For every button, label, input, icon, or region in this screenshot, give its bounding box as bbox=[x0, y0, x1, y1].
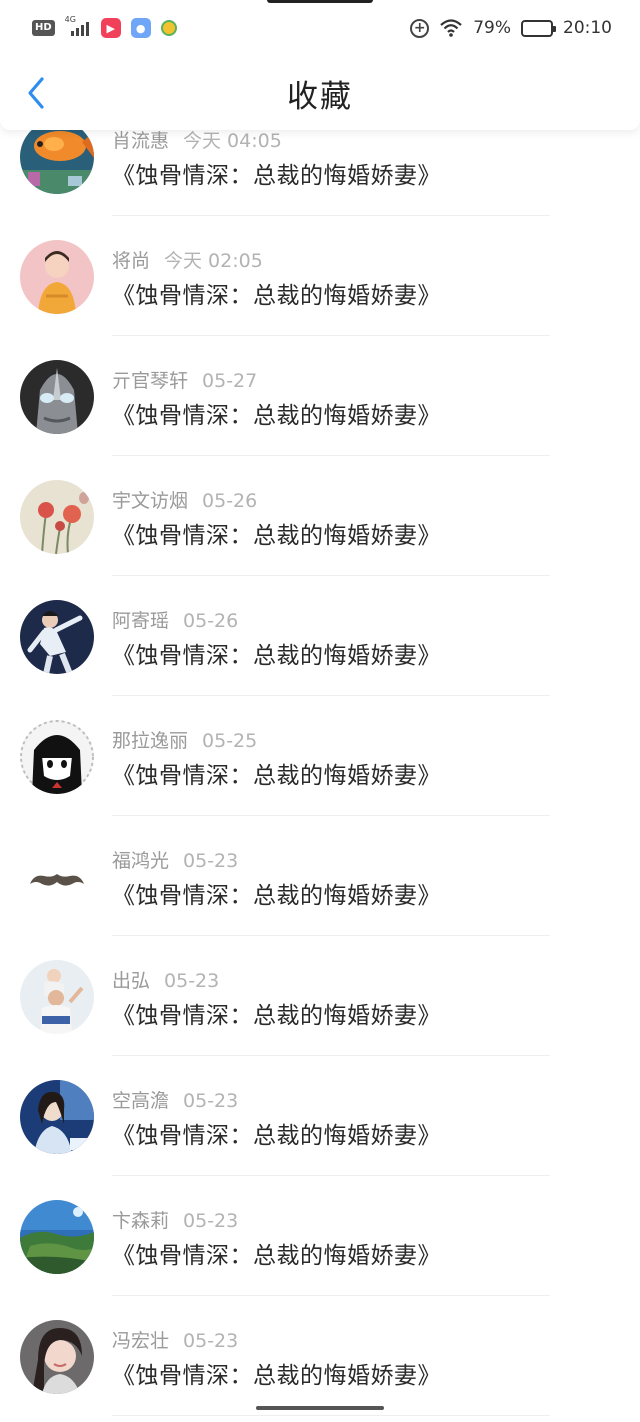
user-name: 冯宏壮 bbox=[112, 1330, 170, 1352]
avatar-image bbox=[20, 1080, 94, 1154]
chat-app-icon bbox=[160, 20, 177, 36]
back-button[interactable] bbox=[16, 70, 56, 116]
user-name: 空高澹 bbox=[112, 1090, 170, 1112]
item-meta: 那拉逸丽 05-25 bbox=[112, 726, 257, 753]
user-name: 出弘 bbox=[112, 970, 151, 992]
battery-percent: 79% bbox=[473, 18, 511, 38]
user-name: 福鸿光 bbox=[112, 850, 170, 872]
status-bar: HD 4G ▶ ● + 79% 20:10 bbox=[0, 0, 640, 56]
item-meta: 空高澹 05-23 bbox=[112, 1086, 238, 1113]
avatar-image bbox=[20, 240, 94, 314]
item-meta: 将尚 今天 02:05 bbox=[112, 246, 263, 273]
favorite-item[interactable]: 宇文访烟 05-26 《蚀骨情深：总裁的悔婚娇妻》 bbox=[0, 456, 640, 576]
favorite-date: 今天 04:05 bbox=[183, 130, 282, 152]
favorite-date: 05-23 bbox=[183, 1090, 239, 1112]
user-name: 阿寄瑶 bbox=[112, 610, 170, 632]
avatar[interactable] bbox=[20, 960, 94, 1034]
favorite-date: 05-26 bbox=[183, 610, 239, 632]
network-type: 4G bbox=[64, 15, 76, 24]
favorite-date: 05-26 bbox=[202, 490, 258, 512]
avatar[interactable] bbox=[20, 360, 94, 434]
video-app-icon: ▶ bbox=[100, 18, 121, 38]
avatar[interactable] bbox=[20, 480, 94, 554]
book-title[interactable]: 《蚀骨情深：总裁的悔婚娇妻》 bbox=[112, 1236, 441, 1270]
favorite-date: 今天 02:05 bbox=[164, 250, 263, 272]
item-meta: 亓官琴轩 05-27 bbox=[112, 366, 257, 393]
book-title[interactable]: 《蚀骨情深：总裁的悔婚娇妻》 bbox=[112, 876, 441, 910]
cellular-signal-icon: 4G bbox=[64, 15, 91, 38]
item-meta: 卞森莉 05-23 bbox=[112, 1206, 238, 1233]
avatar-image bbox=[20, 840, 94, 914]
avatar[interactable] bbox=[20, 120, 94, 194]
home-indicator[interactable] bbox=[256, 1406, 384, 1410]
user-name: 那拉逸丽 bbox=[112, 730, 189, 752]
favorite-item[interactable]: 将尚 今天 02:05 《蚀骨情深：总裁的悔婚娇妻》 bbox=[0, 216, 640, 336]
navigation-bar: 收藏 bbox=[0, 56, 640, 130]
item-meta: 肖流惠 今天 04:05 bbox=[112, 126, 282, 153]
chevron-left-icon bbox=[28, 77, 44, 109]
avatar-image bbox=[20, 720, 94, 794]
notch bbox=[267, 0, 373, 3]
status-right: + 79% 20:10 bbox=[410, 18, 612, 38]
favorite-item[interactable]: 出弘 05-23 《蚀骨情深：总裁的悔婚娇妻》 bbox=[0, 936, 640, 1056]
book-title[interactable]: 《蚀骨情深：总裁的悔婚娇妻》 bbox=[112, 516, 441, 550]
book-title[interactable]: 《蚀骨情深：总裁的悔婚娇妻》 bbox=[112, 996, 441, 1030]
wifi-icon bbox=[440, 19, 462, 37]
user-name: 将尚 bbox=[112, 250, 151, 272]
favorite-item[interactable]: 福鸿光 05-23 《蚀骨情深：总裁的悔婚娇妻》 bbox=[0, 816, 640, 936]
item-meta: 出弘 05-23 bbox=[112, 966, 219, 993]
favorite-date: 05-27 bbox=[202, 370, 258, 392]
book-title[interactable]: 《蚀骨情深：总裁的悔婚娇妻》 bbox=[112, 636, 441, 670]
book-title[interactable]: 《蚀骨情深：总裁的悔婚娇妻》 bbox=[112, 756, 441, 790]
user-name: 亓官琴轩 bbox=[112, 370, 189, 392]
favorite-item[interactable]: 阿寄瑶 05-26 《蚀骨情深：总裁的悔婚娇妻》 bbox=[0, 576, 640, 696]
avatar[interactable] bbox=[20, 840, 94, 914]
item-meta: 冯宏壮 05-23 bbox=[112, 1326, 238, 1353]
phone-screen: HD 4G ▶ ● + 79% 20:10 收藏 肖流惠 今天 04:05 《蚀… bbox=[0, 0, 640, 1422]
page-title: 收藏 bbox=[287, 78, 353, 115]
clock: 20:10 bbox=[563, 18, 612, 38]
avatar[interactable] bbox=[20, 600, 94, 674]
avatar-image bbox=[20, 120, 94, 194]
avatar-image bbox=[20, 600, 94, 674]
user-name: 宇文访烟 bbox=[112, 490, 189, 512]
data-saver-icon: + bbox=[410, 18, 430, 38]
status-left: HD 4G ▶ ● bbox=[32, 15, 177, 38]
favorite-date: 05-23 bbox=[183, 1330, 239, 1352]
user-name: 卞森莉 bbox=[112, 1210, 170, 1232]
avatar[interactable] bbox=[20, 1080, 94, 1154]
book-title[interactable]: 《蚀骨情深：总裁的悔婚娇妻》 bbox=[112, 276, 441, 310]
battery-icon bbox=[521, 19, 556, 37]
avatar-image bbox=[20, 960, 94, 1034]
hd-badge: HD bbox=[32, 20, 55, 36]
book-title[interactable]: 《蚀骨情深：总裁的悔婚娇妻》 bbox=[112, 1116, 441, 1150]
user-name: 肖流惠 bbox=[112, 130, 170, 152]
avatar[interactable] bbox=[20, 1200, 94, 1274]
avatar-image bbox=[20, 1320, 94, 1394]
avatar-image bbox=[20, 360, 94, 434]
favorite-date: 05-23 bbox=[183, 850, 239, 872]
item-meta: 福鸿光 05-23 bbox=[112, 846, 238, 873]
book-title[interactable]: 《蚀骨情深：总裁的悔婚娇妻》 bbox=[112, 1356, 441, 1390]
avatar-image bbox=[20, 480, 94, 554]
favorites-list: 肖流惠 今天 04:05 《蚀骨情深：总裁的悔婚娇妻》 将尚 今天 02:05 《蚀骨情深… bbox=[0, 96, 640, 1416]
favorite-item[interactable]: 冯宏壮 05-23 《蚀骨情深：总裁的悔婚娇妻》 bbox=[0, 1296, 640, 1416]
book-title[interactable]: 《蚀骨情深：总裁的悔婚娇妻》 bbox=[112, 396, 441, 430]
favorite-date: 05-25 bbox=[202, 730, 258, 752]
favorite-item[interactable]: 空高澹 05-23 《蚀骨情深：总裁的悔婚娇妻》 bbox=[0, 1056, 640, 1176]
item-meta: 阿寄瑶 05-26 bbox=[112, 606, 238, 633]
avatar[interactable] bbox=[20, 240, 94, 314]
robot-app-icon: ● bbox=[130, 18, 151, 38]
favorite-date: 05-23 bbox=[164, 970, 220, 992]
divider bbox=[112, 1415, 550, 1416]
favorite-date: 05-23 bbox=[183, 1210, 239, 1232]
favorite-item[interactable]: 亓官琴轩 05-27 《蚀骨情深：总裁的悔婚娇妻》 bbox=[0, 336, 640, 456]
avatar[interactable] bbox=[20, 720, 94, 794]
book-title[interactable]: 《蚀骨情深：总裁的悔婚娇妻》 bbox=[112, 156, 441, 190]
item-meta: 宇文访烟 05-26 bbox=[112, 486, 257, 513]
avatar[interactable] bbox=[20, 1320, 94, 1394]
avatar-image bbox=[20, 1200, 94, 1274]
favorite-item[interactable]: 卞森莉 05-23 《蚀骨情深：总裁的悔婚娇妻》 bbox=[0, 1176, 640, 1296]
favorite-item[interactable]: 那拉逸丽 05-25 《蚀骨情深：总裁的悔婚娇妻》 bbox=[0, 696, 640, 816]
